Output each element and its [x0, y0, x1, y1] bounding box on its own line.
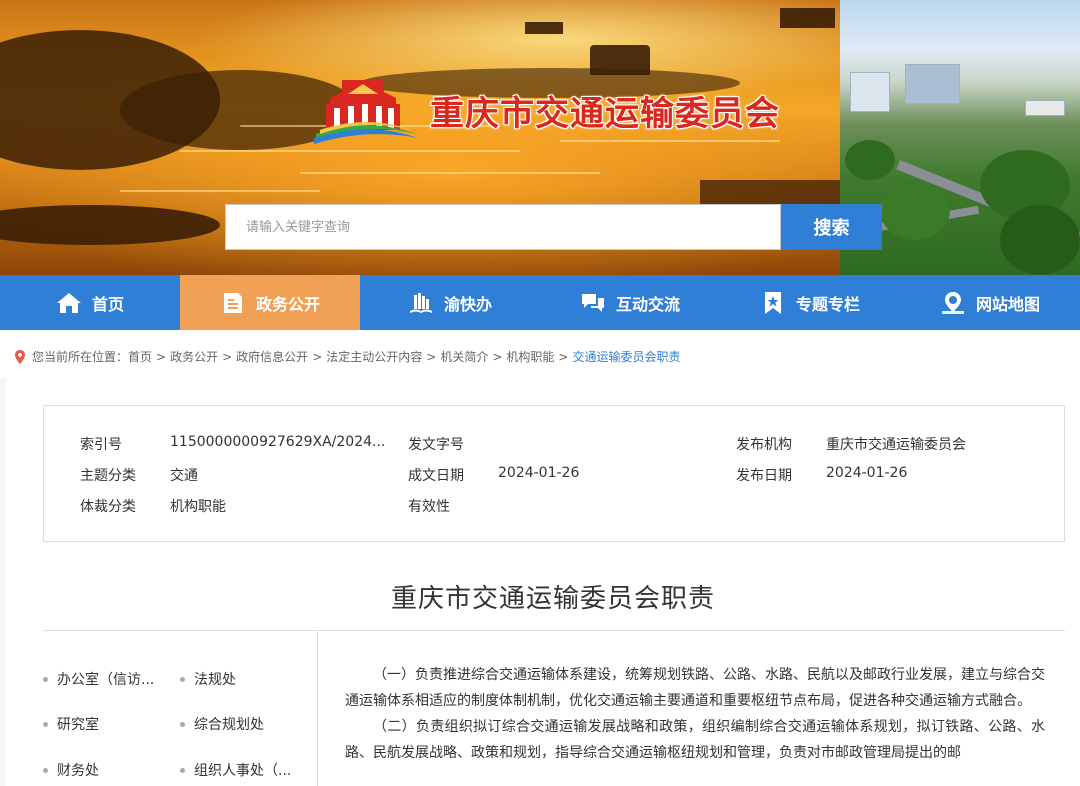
breadcrumb-separator: > [156, 349, 167, 364]
meta-topic-value: 交通 [170, 468, 198, 484]
breadcrumb-separator: > [312, 349, 323, 364]
nav-item-sitemap[interactable]: 网站地图 [900, 275, 1080, 330]
nav-item-yukuaiban[interactable]: 渝快办 [360, 275, 540, 330]
breadcrumb-link-gov-affairs[interactable]: 政务公开 [170, 348, 218, 365]
map-pin-icon [941, 291, 964, 314]
sidebar-item-finance[interactable]: 财务处 [43, 760, 99, 780]
breadcrumb-current: 交通运输委员会职责 [572, 350, 681, 364]
main-nav: 首页 政务公开 渝快办 互动交流 专题专栏 网站地图 [0, 275, 1080, 330]
meta-genre-label: 体裁分类 [80, 499, 136, 515]
nav-item-label: 网站地图 [975, 294, 1040, 314]
nav-item-label: 政务公开 [255, 294, 320, 314]
logo-icon [314, 80, 418, 144]
sidebar-item-research[interactable]: 研究室 [43, 714, 99, 734]
home-icon [56, 292, 81, 313]
sidebar-item-legal[interactable]: 法规处 [180, 669, 236, 689]
book-icon [409, 292, 432, 313]
nav-item-label: 专题专栏 [795, 294, 860, 314]
bullet-icon [180, 721, 185, 727]
sidebar-divider [317, 631, 318, 786]
nav-item-interaction[interactable]: 互动交流 [540, 275, 720, 330]
meta-index-value: 1150000000927629XA/2024... [170, 434, 386, 450]
document-title: 重庆市交通运输委员会职责 [390, 584, 715, 614]
document-body: （一）负责推进综合交通运输体系建设，统筹规划铁路、公路、水路、民航以及邮政行业发… [345, 662, 1045, 766]
sidebar-item-label: 办公室（信访... [57, 672, 155, 688]
search-box [225, 204, 781, 250]
meta-published-label: 发布日期 [736, 468, 792, 484]
bullet-icon [43, 676, 48, 682]
nav-item-label: 渝快办 [443, 294, 492, 314]
bullet-icon [180, 767, 185, 773]
bullet-icon [43, 767, 48, 773]
title-divider [43, 630, 1065, 631]
header-banner: 重庆市交通运输委员会 搜索 [0, 0, 1080, 275]
nav-item-special-topics[interactable]: 专题专栏 [720, 275, 900, 330]
breadcrumb-link-statutory[interactable]: 法定主动公开内容 [326, 348, 422, 365]
meta-published-value: 2024-01-26 [826, 465, 908, 481]
breadcrumb-separator: > [492, 349, 503, 364]
document-meta-table: 索引号 1150000000927629XA/2024... 发文字号 发布机构… [43, 405, 1065, 542]
nav-item-label: 互动交流 [615, 294, 680, 314]
location-pin-icon [15, 349, 25, 364]
meta-doc-no-label: 发文字号 [408, 437, 464, 453]
meta-publisher-value: 重庆市交通运输委员会 [826, 437, 966, 453]
meta-genre-value: 机构职能 [170, 499, 226, 515]
site-title: 重庆市交通运输委员会 [430, 94, 780, 134]
bullet-icon [43, 721, 48, 727]
meta-index-label: 索引号 [80, 437, 122, 453]
breadcrumb-prefix: 您当前所在位置： [32, 350, 129, 364]
sidebar-item-label: 法规处 [194, 672, 236, 688]
breadcrumb-link-intro[interactable]: 机关简介 [440, 348, 488, 365]
meta-publisher-label: 发布机构 [736, 437, 792, 453]
nav-item-label: 首页 [91, 294, 124, 314]
breadcrumb: 您当前所在位置： 首页 > 政务公开 > 政府信息公开 > 法定主动公开内容 >… [14, 348, 681, 365]
sidebar-item-planning[interactable]: 综合规划处 [180, 714, 264, 734]
sidebar-item-label: 综合规划处 [194, 717, 264, 733]
sidebar-item-label: 研究室 [57, 717, 99, 733]
document-icon [223, 292, 242, 313]
breadcrumb-separator: > [558, 349, 569, 364]
bullet-icon [180, 676, 185, 682]
sidebar-item-label: 组织人事处（... [194, 763, 292, 779]
sidebar-item-office[interactable]: 办公室（信访... [43, 669, 154, 689]
meta-validity-label: 有效性 [408, 499, 450, 515]
nav-item-home[interactable]: 首页 [0, 275, 180, 330]
bookmark-star-icon [764, 291, 781, 314]
nav-item-gov-affairs[interactable]: 政务公开 [180, 275, 360, 330]
body-paragraph: （一）负责推进综合交通运输体系建设，统筹规划铁路、公路、水路、民航以及邮政行业发… [345, 667, 1045, 709]
search-input[interactable] [226, 205, 780, 249]
meta-topic-label: 主题分类 [80, 468, 136, 484]
breadcrumb-separator: > [222, 349, 233, 364]
sidebar-item-personnel[interactable]: 组织人事处（... [180, 760, 291, 780]
body-paragraph: （二）负责组织拟订综合交通运输发展战略和政策，组织编制综合交通运输体系规划，拟订… [345, 719, 1045, 761]
chat-icon [581, 293, 604, 312]
meta-created-label: 成文日期 [408, 468, 464, 484]
meta-created-value: 2024-01-26 [498, 465, 580, 481]
breadcrumb-link-functions[interactable]: 机构职能 [506, 348, 554, 365]
breadcrumb-separator: > [426, 349, 437, 364]
breadcrumb-link-home[interactable]: 首页 [128, 348, 152, 365]
breadcrumb-link-gov-info[interactable]: 政府信息公开 [236, 348, 308, 365]
search-button[interactable]: 搜索 [781, 204, 882, 250]
sidebar-item-label: 财务处 [57, 763, 99, 779]
